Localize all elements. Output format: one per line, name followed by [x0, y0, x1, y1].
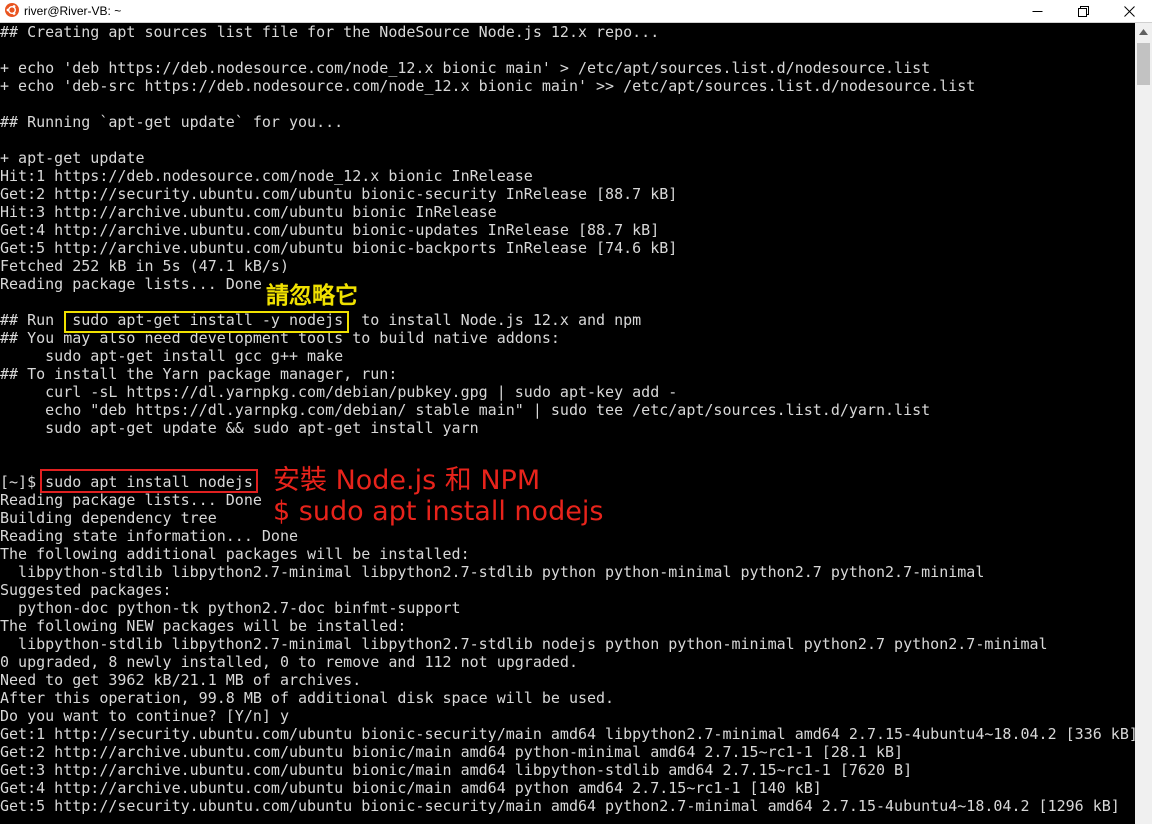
terminal-line: Reading state information... Done: [0, 527, 299, 545]
scroll-thumb[interactable]: [1137, 43, 1150, 85]
terminal-line: Get:5 http://security.ubuntu.com/ubuntu …: [0, 797, 1120, 815]
terminal-line: 0 upgraded, 8 newly installed, 0 to remo…: [0, 653, 578, 671]
close-icon: [1123, 5, 1135, 17]
ubuntu-logo-icon: [5, 3, 19, 17]
terminal-line: python-doc python-tk python2.7-doc binfm…: [0, 599, 461, 617]
terminal-line: sudo apt-get update && sudo apt-get inst…: [0, 419, 479, 437]
terminal-line: After this operation, 99.8 MB of additio…: [0, 689, 615, 707]
terminal-line: Hit:1 https://deb.nodesource.com/node_12…: [0, 167, 533, 185]
terminal-line: Get:2 http://archive.ubuntu.com/ubuntu b…: [0, 743, 904, 761]
terminal-line: + apt-get update: [0, 149, 145, 167]
terminal-line: libpython-stdlib libpython2.7-minimal li…: [0, 563, 985, 581]
terminal-line: Get:1 http://security.ubuntu.com/ubuntu …: [0, 725, 1135, 743]
terminal-line: Get:3 http://archive.ubuntu.com/ubuntu b…: [0, 761, 913, 779]
terminal-line: Reading package lists... Done: [0, 491, 262, 509]
annotation-install-command: $ sudo apt install nodejs: [273, 496, 604, 527]
terminal-line: echo "deb https://dl.yarnpkg.com/debian/…: [0, 401, 931, 419]
terminal-line: Building dependency tree: [0, 509, 217, 527]
vertical-scrollbar[interactable]: [1135, 23, 1152, 824]
terminal-output[interactable]: ## Creating apt sources list file for th…: [0, 23, 1135, 824]
terminal-line: ## To install the Yarn package manager, …: [0, 365, 398, 383]
terminal-line: Get:5 http://archive.ubuntu.com/ubuntu b…: [0, 239, 678, 257]
terminal-line: Need to get 3962 kB/21.1 MB of archives.: [0, 671, 362, 689]
highlight-box-nodejs-hint: [64, 311, 349, 333]
terminal-line: curl -sL https://dl.yarnpkg.com/debian/p…: [0, 383, 678, 401]
terminal-line: libpython-stdlib libpython2.7-minimal li…: [0, 635, 1048, 653]
annotation-install-title: 安裝 Node.js 和 NPM: [273, 465, 541, 496]
terminal-line: The following NEW packages will be insta…: [0, 617, 407, 635]
terminal-line: Fetched 252 kB in 5s (47.1 kB/s): [0, 257, 289, 275]
terminal-line: ## Creating apt sources list file for th…: [0, 23, 660, 41]
scroll-up-button[interactable]: [1135, 23, 1152, 40]
minimize-button[interactable]: [1014, 0, 1060, 22]
scroll-up-arrow-icon: [1139, 28, 1148, 35]
terminal-line: Reading package lists... Done: [0, 275, 262, 293]
annotation-ignore-note: 請忽略它: [266, 283, 358, 309]
terminal-line: The following additional packages will b…: [0, 545, 470, 563]
maximize-icon: [1077, 5, 1089, 17]
terminal-line: + echo 'deb-src https://deb.nodesource.c…: [0, 77, 976, 95]
terminal-line: Suggested packages:: [0, 581, 172, 599]
terminal-line: sudo apt-get install gcc g++ make: [0, 347, 344, 365]
terminal-line: Get:2 http://security.ubuntu.com/ubuntu …: [0, 185, 678, 203]
terminal-line: Hit:3 http://archive.ubuntu.com/ubuntu b…: [0, 203, 497, 221]
terminal-line: Do you want to continue? [Y/n] y: [0, 707, 289, 725]
terminal-line: + echo 'deb https://deb.nodesource.com/n…: [0, 59, 931, 77]
maximize-button[interactable]: [1060, 0, 1106, 22]
highlight-box-install-command: [40, 469, 258, 493]
close-button[interactable]: [1106, 0, 1152, 22]
window-title: river@River-VB: ~: [24, 4, 122, 18]
terminal-line: ## Running `apt-get update` for you...: [0, 113, 344, 131]
terminal-line: Get:4 http://archive.ubuntu.com/ubuntu b…: [0, 779, 822, 797]
terminal-line: Get:4 http://archive.ubuntu.com/ubuntu b…: [0, 221, 660, 239]
minimize-icon: [1032, 10, 1042, 12]
title-bar: river@River-VB: ~: [0, 0, 1152, 23]
